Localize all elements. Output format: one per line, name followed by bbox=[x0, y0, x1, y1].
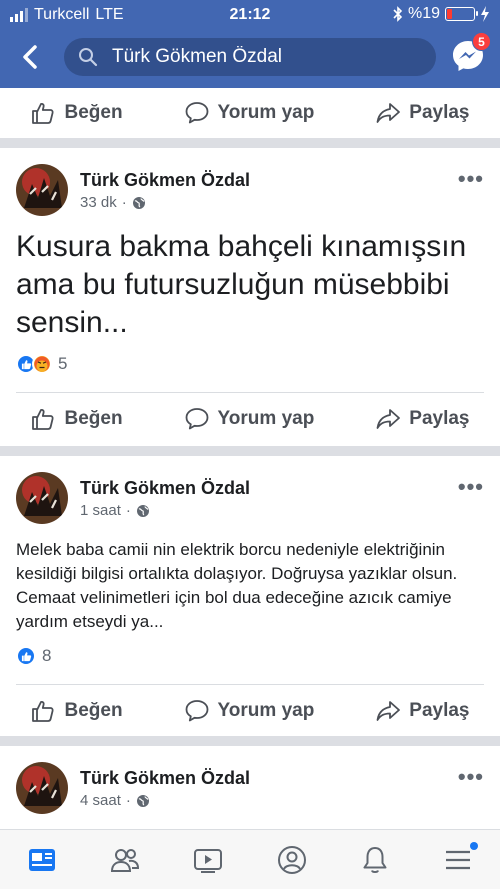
nav-profile[interactable] bbox=[272, 840, 312, 880]
divider bbox=[16, 392, 484, 393]
share-icon bbox=[376, 103, 401, 123]
messenger-badge: 5 bbox=[472, 32, 491, 51]
share-icon bbox=[376, 409, 401, 429]
nav-watch[interactable] bbox=[188, 840, 228, 880]
share-button[interactable]: Paylaş bbox=[375, 100, 470, 126]
post-time[interactable]: 4 saat bbox=[80, 792, 121, 809]
search-bar[interactable] bbox=[64, 38, 436, 76]
action-bar: Beğen Yorum yap Paylaş bbox=[0, 88, 500, 138]
post-card: Türk Gökmen Özdal 4 saat · ••• bbox=[0, 746, 500, 829]
meta-separator: · bbox=[125, 502, 131, 519]
like-reaction-icon bbox=[16, 646, 36, 666]
bell-icon bbox=[363, 846, 387, 873]
friends-icon bbox=[110, 848, 139, 872]
action-bar: Beğen Yorum yap Paylaş bbox=[0, 394, 500, 444]
battery-percent: %19 bbox=[407, 5, 440, 22]
top-header: Turkcell LTE 21:12 %19 5 bbox=[0, 0, 500, 88]
comment-label: Yorum yap bbox=[217, 102, 315, 123]
post-meta: 33 dk · bbox=[80, 194, 146, 211]
profile-icon bbox=[277, 845, 306, 874]
menu-icon bbox=[446, 850, 471, 869]
more-options-icon[interactable]: ••• bbox=[458, 474, 484, 500]
profile-photo bbox=[16, 164, 68, 216]
share-button[interactable]: Paylaş bbox=[375, 698, 470, 724]
nav-friends[interactable] bbox=[105, 840, 145, 880]
share-label: Paylaş bbox=[409, 700, 470, 721]
share-icon bbox=[376, 701, 401, 721]
avatar[interactable] bbox=[16, 164, 68, 216]
search-icon bbox=[79, 48, 98, 67]
like-button[interactable]: Beğen bbox=[30, 698, 123, 724]
comment-icon bbox=[185, 102, 208, 124]
nav-notifications[interactable] bbox=[355, 840, 395, 880]
battery-icon bbox=[445, 7, 478, 21]
author-name[interactable]: Türk Gökmen Özdal bbox=[80, 768, 250, 789]
share-label: Paylaş bbox=[409, 102, 470, 123]
reaction-count: 8 bbox=[42, 646, 52, 665]
thumbs-up-icon bbox=[32, 700, 55, 722]
globe-icon bbox=[132, 196, 145, 209]
bottom-nav bbox=[0, 829, 500, 889]
avatar[interactable] bbox=[16, 472, 68, 524]
facebook-app: Turkcell LTE 21:12 %19 5 B bbox=[0, 0, 500, 889]
action-bar: Beğen Yorum yap Paylaş bbox=[0, 686, 500, 736]
more-options-icon[interactable]: ••• bbox=[458, 166, 484, 192]
status-right: %19 bbox=[393, 5, 490, 23]
back-icon[interactable] bbox=[16, 42, 46, 72]
author-name[interactable]: Türk Gökmen Özdal bbox=[80, 478, 250, 499]
charging-icon bbox=[481, 6, 489, 22]
reaction-summary[interactable]: 5 bbox=[16, 354, 67, 374]
like-label: Beğen bbox=[64, 408, 123, 429]
post-time[interactable]: 33 dk bbox=[80, 194, 117, 211]
post-card: Türk Gökmen Özdal 1 saat · ••• Melek bab… bbox=[0, 456, 500, 736]
reaction-summary[interactable]: 8 bbox=[16, 646, 51, 666]
post-text: Kusura bakma bahçeli kınamışsın ama bu f… bbox=[16, 230, 467, 339]
share-label: Paylaş bbox=[409, 408, 470, 429]
comment-icon bbox=[185, 408, 208, 430]
post-card: Türk Gökmen Özdal 33 dk · ••• Kusura bak… bbox=[0, 148, 500, 446]
post-text: Melek baba camii nin elektrik borcu nede… bbox=[16, 540, 458, 631]
previous-post-actions: Beğen Yorum yap Paylaş bbox=[0, 88, 500, 138]
like-label: Beğen bbox=[64, 102, 123, 123]
meta-separator: · bbox=[125, 792, 131, 809]
nav-news-feed[interactable] bbox=[22, 840, 62, 880]
divider bbox=[16, 684, 484, 685]
profile-photo bbox=[16, 762, 68, 814]
meta-separator: · bbox=[121, 194, 127, 211]
nav-menu[interactable] bbox=[438, 840, 479, 880]
search-input[interactable] bbox=[112, 46, 412, 68]
share-button[interactable]: Paylaş bbox=[375, 406, 470, 432]
video-icon bbox=[194, 848, 223, 873]
news-feed-icon bbox=[28, 848, 55, 871]
post-time[interactable]: 1 saat bbox=[80, 502, 121, 519]
like-button[interactable]: Beğen bbox=[30, 406, 123, 432]
like-button[interactable]: Beğen bbox=[30, 100, 123, 126]
comment-icon bbox=[185, 700, 208, 722]
bluetooth-icon bbox=[393, 6, 403, 22]
post-meta: 4 saat · bbox=[80, 792, 150, 809]
comment-button[interactable]: Yorum yap bbox=[184, 406, 315, 432]
menu-notification-dot bbox=[470, 841, 479, 850]
comment-label: Yorum yap bbox=[217, 408, 315, 429]
more-options-icon[interactable]: ••• bbox=[458, 764, 484, 790]
angry-reaction-icon bbox=[32, 354, 52, 374]
thumbs-up-icon bbox=[32, 408, 55, 430]
comment-label: Yorum yap bbox=[217, 700, 315, 721]
avatar[interactable] bbox=[16, 762, 68, 814]
author-name[interactable]: Türk Gökmen Özdal bbox=[80, 170, 250, 191]
status-bar: Turkcell LTE 21:12 %19 bbox=[0, 0, 500, 30]
reaction-count: 5 bbox=[58, 354, 68, 373]
comment-button[interactable]: Yorum yap bbox=[184, 698, 315, 724]
globe-icon bbox=[136, 794, 149, 807]
like-label: Beğen bbox=[64, 700, 123, 721]
thumbs-up-icon bbox=[32, 102, 55, 124]
globe-icon bbox=[136, 504, 149, 517]
comment-button[interactable]: Yorum yap bbox=[184, 100, 315, 126]
post-meta: 1 saat · bbox=[80, 502, 150, 519]
profile-photo bbox=[16, 472, 68, 524]
